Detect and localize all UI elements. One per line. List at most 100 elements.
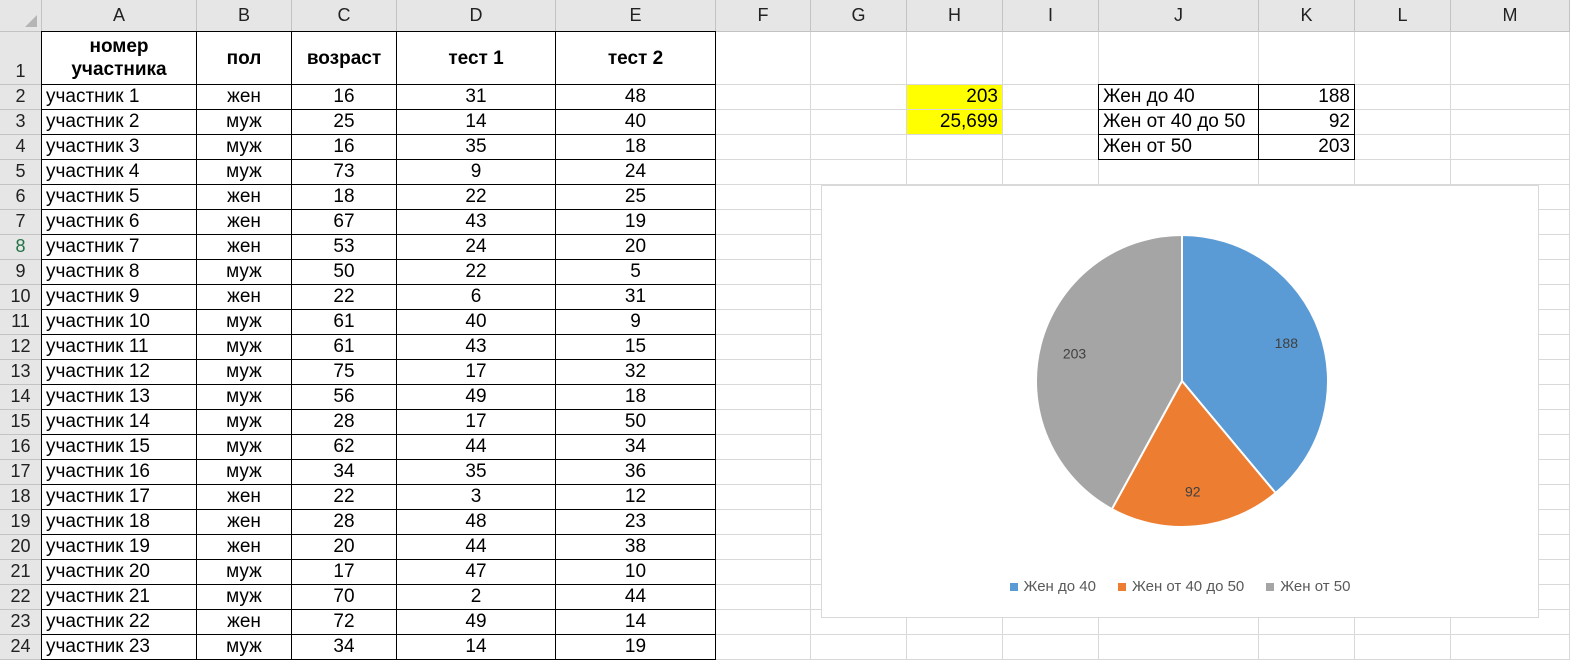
column-header-h[interactable]: H xyxy=(907,0,1003,32)
sex-cell[interactable]: жен xyxy=(196,534,292,560)
test1-cell[interactable]: 35 xyxy=(396,134,556,160)
participant-name-cell[interactable]: участник 21 xyxy=(41,584,197,610)
summary-label-cell[interactable]: Жен до 40 xyxy=(1098,84,1259,110)
cell[interactable] xyxy=(907,635,1003,660)
participant-name-cell[interactable]: участник 10 xyxy=(41,309,197,335)
cell[interactable] xyxy=(1355,160,1451,185)
participant-name-cell[interactable]: участник 18 xyxy=(41,509,197,535)
cell[interactable] xyxy=(811,85,907,110)
row-header-16[interactable]: 16 xyxy=(0,435,42,460)
spreadsheet-grid[interactable]: ABCDEFGHIJKLM 1 2 3 4 5 6 7 8 9 10 11 12 13 14 15 16 17 1… xyxy=(0,0,1570,666)
column-header-l[interactable]: L xyxy=(1355,0,1451,32)
header-test2[interactable]: тест 2 xyxy=(555,31,716,85)
sex-cell[interactable]: муж xyxy=(196,434,292,460)
test1-cell[interactable]: 17 xyxy=(396,359,556,385)
column-header-b[interactable]: B xyxy=(197,0,292,32)
cell[interactable] xyxy=(1099,32,1259,85)
age-cell[interactable]: 67 xyxy=(291,209,397,235)
cell[interactable] xyxy=(1355,110,1451,135)
row-header-15[interactable]: 15 xyxy=(0,410,42,435)
sex-cell[interactable]: жен xyxy=(196,509,292,535)
participant-name-cell[interactable]: участник 12 xyxy=(41,359,197,385)
row-header-4[interactable]: 4 xyxy=(0,135,42,160)
participant-name-cell[interactable]: участник 15 xyxy=(41,434,197,460)
age-cell[interactable]: 22 xyxy=(291,284,397,310)
test2-cell[interactable]: 38 xyxy=(555,534,716,560)
cell[interactable] xyxy=(716,235,811,260)
cell[interactable] xyxy=(716,510,811,535)
age-cell[interactable]: 16 xyxy=(291,134,397,160)
age-cell[interactable]: 34 xyxy=(291,459,397,485)
cell[interactable] xyxy=(1451,160,1570,185)
sex-cell[interactable]: жен xyxy=(196,234,292,260)
column-header-i[interactable]: I xyxy=(1003,0,1099,32)
header-sex[interactable]: пол xyxy=(196,31,292,85)
sex-cell[interactable]: жен xyxy=(196,284,292,310)
sex-cell[interactable]: муж xyxy=(196,634,292,660)
cell[interactable] xyxy=(1259,32,1355,85)
row-header-1[interactable]: 1 xyxy=(0,32,42,85)
row-header-8[interactable]: 8 xyxy=(0,235,42,260)
cell[interactable] xyxy=(1355,85,1451,110)
test1-cell[interactable]: 49 xyxy=(396,609,556,635)
sex-cell[interactable]: муж xyxy=(196,584,292,610)
column-header-d[interactable]: D xyxy=(397,0,556,32)
select-all-corner[interactable] xyxy=(0,0,42,32)
cell[interactable] xyxy=(1451,135,1570,160)
cell[interactable] xyxy=(716,135,811,160)
participant-name-cell[interactable]: участник 20 xyxy=(41,559,197,585)
participant-name-cell[interactable]: участник 14 xyxy=(41,409,197,435)
row-header-7[interactable]: 7 xyxy=(0,210,42,235)
row-header-18[interactable]: 18 xyxy=(0,485,42,510)
sex-cell[interactable]: муж xyxy=(196,334,292,360)
participant-name-cell[interactable]: участник 2 xyxy=(41,109,197,135)
cell[interactable] xyxy=(716,460,811,485)
cell[interactable] xyxy=(716,560,811,585)
test1-cell[interactable]: 31 xyxy=(396,84,556,110)
column-header-g[interactable]: G xyxy=(811,0,907,32)
highlight-cell-h2[interactable]: 203 xyxy=(907,85,1003,110)
age-cell[interactable]: 50 xyxy=(291,259,397,285)
column-header-m[interactable]: M xyxy=(1451,0,1570,32)
sex-cell[interactable]: жен xyxy=(196,209,292,235)
participant-name-cell[interactable]: участник 3 xyxy=(41,134,197,160)
cell[interactable] xyxy=(716,335,811,360)
legend-item-1[interactable]: Жен до 40 xyxy=(1009,578,1096,595)
test1-cell[interactable]: 2 xyxy=(396,584,556,610)
test1-cell[interactable]: 24 xyxy=(396,234,556,260)
cell[interactable] xyxy=(907,32,1003,85)
cell[interactable] xyxy=(716,285,811,310)
test2-cell[interactable]: 44 xyxy=(555,584,716,610)
cell[interactable] xyxy=(1451,32,1570,85)
cell[interactable] xyxy=(1003,110,1099,135)
test2-cell[interactable]: 9 xyxy=(555,309,716,335)
test1-cell[interactable]: 43 xyxy=(396,334,556,360)
sex-cell[interactable]: муж xyxy=(196,109,292,135)
test1-cell[interactable]: 6 xyxy=(396,284,556,310)
test1-cell[interactable]: 14 xyxy=(396,109,556,135)
test2-cell[interactable]: 24 xyxy=(555,159,716,185)
sex-cell[interactable]: жен xyxy=(196,84,292,110)
cell[interactable] xyxy=(1451,110,1570,135)
cell[interactable] xyxy=(1003,635,1099,660)
cell[interactable] xyxy=(716,410,811,435)
participant-name-cell[interactable]: участник 23 xyxy=(41,634,197,660)
row-header-14[interactable]: 14 xyxy=(0,385,42,410)
row-header-11[interactable]: 11 xyxy=(0,310,42,335)
participant-name-cell[interactable]: участник 7 xyxy=(41,234,197,260)
age-cell[interactable]: 18 xyxy=(291,184,397,210)
test2-cell[interactable]: 12 xyxy=(555,484,716,510)
sex-cell[interactable]: муж xyxy=(196,159,292,185)
test2-cell[interactable]: 36 xyxy=(555,459,716,485)
participant-name-cell[interactable]: участник 4 xyxy=(41,159,197,185)
cell[interactable] xyxy=(716,610,811,635)
cell[interactable] xyxy=(1451,635,1570,660)
cell[interactable] xyxy=(716,260,811,285)
cell[interactable] xyxy=(716,585,811,610)
test2-cell[interactable]: 32 xyxy=(555,359,716,385)
test2-cell[interactable]: 5 xyxy=(555,259,716,285)
test1-cell[interactable]: 40 xyxy=(396,309,556,335)
age-cell[interactable]: 73 xyxy=(291,159,397,185)
row-header-6[interactable]: 6 xyxy=(0,185,42,210)
column-header-j[interactable]: J xyxy=(1099,0,1259,32)
